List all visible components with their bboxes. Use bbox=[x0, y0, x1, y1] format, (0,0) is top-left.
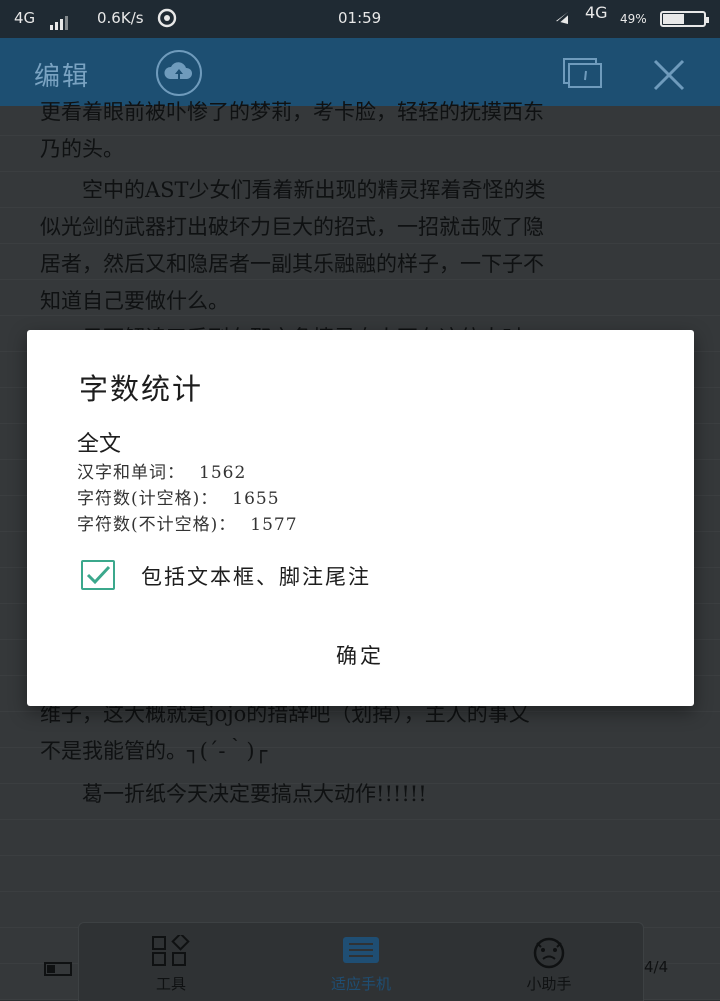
battery-small-icon bbox=[44, 962, 72, 976]
fit-phone-icon bbox=[343, 937, 379, 963]
stat-label: 字符数(计空格)： bbox=[77, 489, 219, 509]
tool-button-tools[interactable]: 工具 bbox=[101, 923, 241, 1001]
network-type-right: 4G bbox=[585, 3, 608, 22]
network-type-left: 4G bbox=[14, 9, 36, 27]
cloud-upload-icon bbox=[164, 62, 193, 79]
battery-percent: 49% bbox=[620, 12, 647, 26]
doc-line: 葛一折纸今天决定要搞点大动作!!!!!! bbox=[82, 782, 427, 806]
doc-line: 空中的AST少女们看着新出现的精灵挥着奇怪的类 bbox=[82, 178, 546, 202]
checkmark-icon bbox=[86, 565, 111, 585]
doc-line: 更看着眼前被卟惨了的梦莉，考卡脸，轻轻的抚摸西东 bbox=[40, 100, 544, 124]
doc-line: 居者，然后又和隐居者一副其乐融融的样子，一下子不 bbox=[40, 252, 544, 276]
assistant-face-icon bbox=[533, 937, 565, 969]
battery-icon bbox=[660, 11, 709, 27]
signal-icon bbox=[50, 12, 70, 30]
stat-label: 字符数(不计空格)： bbox=[77, 515, 237, 535]
tool-button-assistant[interactable]: 小助手 bbox=[479, 923, 619, 1001]
stat-value: 1562 bbox=[199, 463, 247, 483]
word-count-dialog: 字数统计 全文 汉字和单词： 1562 字符数(计空格)： 1655 字符数(不计空… bbox=[27, 330, 694, 706]
stat-row: 字符数(计空格)： 1655 bbox=[77, 484, 280, 509]
tool-label: 工具 bbox=[155, 975, 186, 993]
cloud-upload-button[interactable] bbox=[156, 50, 202, 96]
stat-value: 1577 bbox=[250, 515, 298, 535]
tool-label: 适应手机 bbox=[330, 975, 391, 993]
duplicate-button[interactable] bbox=[560, 56, 604, 90]
page-title: 编辑 bbox=[34, 62, 91, 92]
close-icon bbox=[653, 59, 685, 91]
checkbox-label: 包括文本框、脚注尾注 bbox=[141, 565, 371, 589]
dialog-title: 字数统计 bbox=[79, 372, 204, 406]
page-indicator: 4/4 bbox=[644, 958, 669, 976]
clock: 01:59 bbox=[338, 9, 382, 27]
duplicate-icon bbox=[563, 58, 602, 88]
doc-line: 不是我能管的。┐(´-｀)┌ bbox=[40, 739, 268, 763]
tool-button-fit-phone[interactable]: 适应手机 bbox=[291, 923, 431, 1001]
ok-button[interactable]: 确定 bbox=[285, 632, 435, 680]
tools-grid-icon bbox=[152, 935, 190, 966]
mute-icon bbox=[553, 9, 573, 31]
stat-label: 汉字和单词： bbox=[77, 463, 185, 483]
doc-line: 知道自己要做什么。 bbox=[40, 289, 229, 313]
sync-icon bbox=[156, 7, 178, 33]
stat-row: 汉字和单词： 1562 bbox=[77, 458, 246, 483]
network-speed: 0.6K/s bbox=[97, 9, 144, 27]
stat-value: 1655 bbox=[232, 489, 280, 509]
close-button[interactable] bbox=[650, 56, 688, 94]
tool-label: 小助手 bbox=[526, 975, 572, 993]
stat-row: 字符数(不计空格)： 1577 bbox=[77, 510, 298, 535]
section-heading: 全文 bbox=[77, 432, 122, 457]
status-bar: 4G 0.6K/s 01:59 4G 49% bbox=[0, 0, 720, 38]
include-checkbox[interactable] bbox=[81, 560, 115, 590]
bottom-toolbar: 工具 适应手机 小助手 bbox=[78, 922, 644, 1001]
doc-line: 乃的头。 bbox=[40, 137, 124, 161]
doc-line: 似光剑的武器打出破坏力巨大的招式，一招就击败了隐 bbox=[40, 215, 544, 239]
